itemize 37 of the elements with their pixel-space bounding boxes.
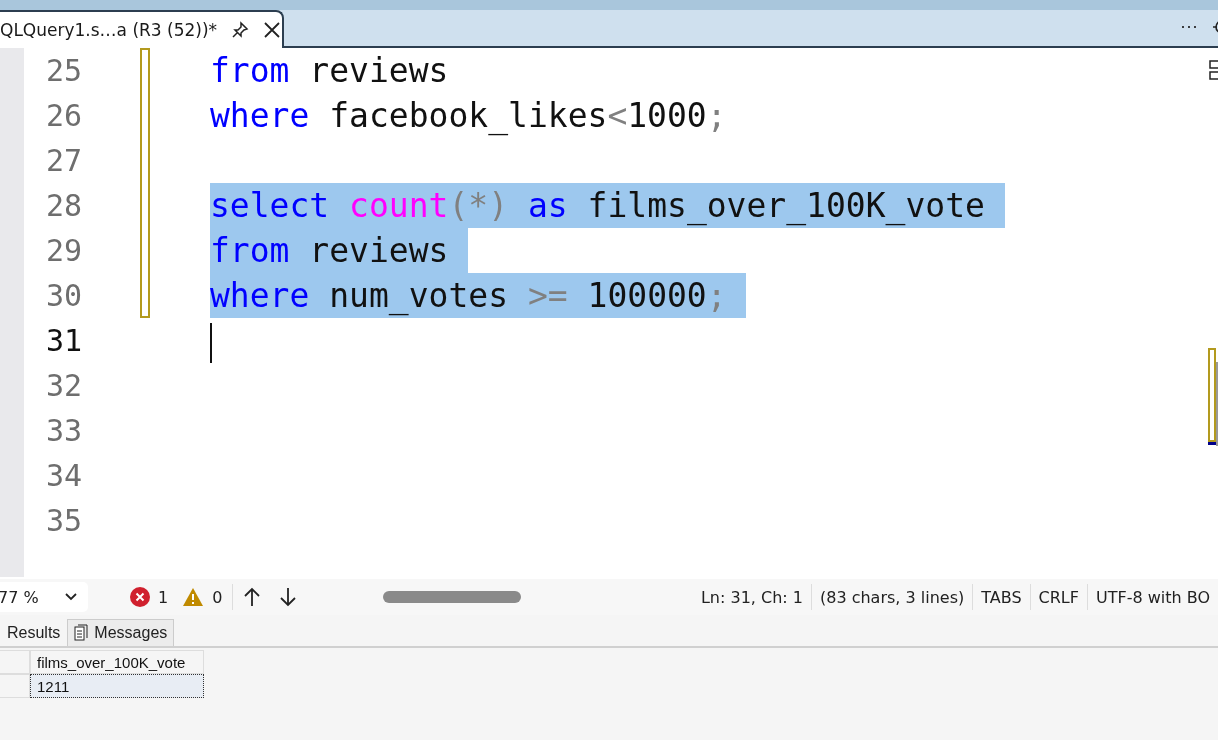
- warning-icon[interactable]: [182, 587, 205, 607]
- line-number: 35: [45, 502, 83, 540]
- document-tab[interactable]: QLQuery1.s…a (R3 (52))*: [0, 10, 284, 48]
- status-item: Ln: 31, Ch: 1: [699, 587, 804, 607]
- status-item: CRLF: [1037, 587, 1080, 607]
- line-number: 27: [45, 142, 83, 180]
- zoom-dropdown[interactable]: 77 %: [0, 582, 88, 612]
- chevron-down-icon: [64, 592, 78, 602]
- error-icon[interactable]: [130, 587, 150, 607]
- line-number: 31: [45, 322, 83, 360]
- more-button[interactable]: ···: [1180, 16, 1198, 37]
- code-line: where facebook_likes<1000;: [210, 95, 727, 138]
- warning-count[interactable]: 0: [212, 587, 223, 607]
- row-header: [0, 650, 30, 674]
- arrow-up-icon[interactable]: [243, 587, 262, 607]
- scrollbar-thumb[interactable]: [383, 591, 522, 603]
- status-item: TABS: [980, 587, 1023, 607]
- close-icon[interactable]: [263, 21, 282, 39]
- line-number: 33: [45, 412, 83, 450]
- line-number: 30: [45, 277, 83, 315]
- split-icon[interactable]: [1208, 57, 1218, 83]
- arrow-down-icon[interactable]: [279, 587, 298, 607]
- document-icon: [74, 624, 89, 642]
- code-line: from reviews: [210, 50, 449, 92]
- line-number: 28: [45, 187, 83, 225]
- results-tab[interactable]: Messages: [67, 619, 175, 646]
- status-item: (83 chars, 3 lines): [819, 587, 966, 607]
- status-item: UTF-8 with BO: [1094, 587, 1211, 607]
- line-number: 34: [45, 457, 83, 495]
- table-cell[interactable]: 1211: [30, 674, 204, 698]
- line-number: 26: [45, 97, 83, 135]
- line-number: 32: [45, 367, 83, 405]
- pin-icon[interactable]: [231, 21, 250, 39]
- error-count[interactable]: 1: [158, 587, 169, 607]
- line-number: 25: [45, 52, 83, 90]
- line-number: 29: [45, 232, 83, 270]
- column-header[interactable]: films_over_100K_vote: [30, 650, 204, 674]
